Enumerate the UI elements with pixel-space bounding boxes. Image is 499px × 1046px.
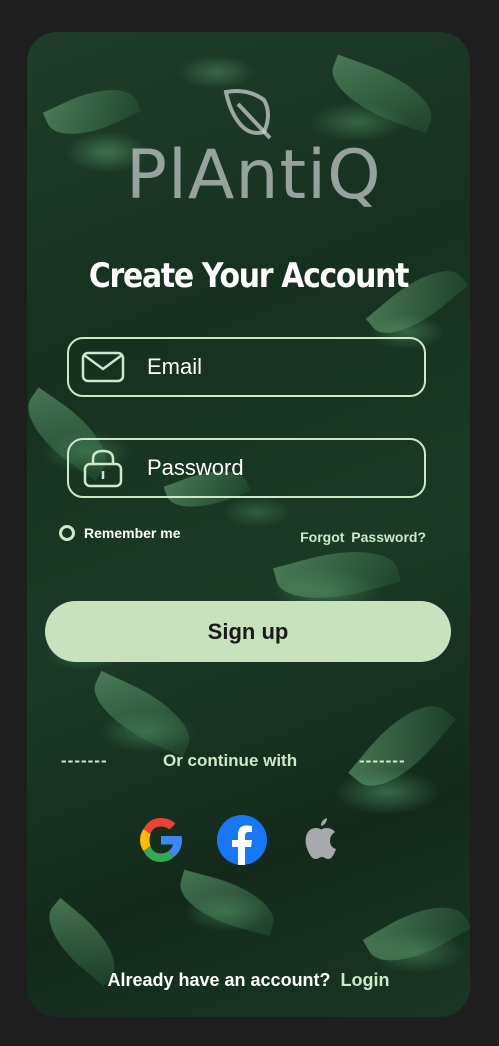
email-input[interactable] [145, 353, 409, 381]
page-title: Create Your Account [88, 256, 409, 296]
google-login-button[interactable] [135, 814, 187, 866]
login-link[interactable]: Login [341, 970, 390, 990]
leaf-decoration [173, 869, 281, 937]
google-icon [140, 818, 182, 862]
divider-text: Or continue with [163, 751, 298, 770]
signup-button[interactable]: Sign up [45, 601, 451, 662]
facebook-login-button[interactable] [216, 814, 268, 866]
remember-me-toggle[interactable]: Remember me [59, 525, 181, 541]
leaf-decoration [82, 670, 202, 758]
leaf-decoration [362, 889, 470, 979]
envelope-icon [81, 350, 125, 384]
lock-icon [81, 449, 125, 488]
password-input[interactable] [145, 454, 409, 482]
brand-logo: PlAntiQ [126, 136, 382, 215]
signup-screen: PlAntiQ Create Your Account Remember me … [27, 32, 470, 1017]
leaf-decoration [322, 54, 442, 134]
password-field[interactable] [67, 438, 426, 498]
facebook-icon [217, 815, 267, 865]
apple-icon [305, 818, 336, 859]
remember-radio[interactable] [59, 525, 75, 541]
apple-login-button[interactable] [295, 814, 347, 866]
leaf-decoration [348, 688, 456, 804]
login-prompt: Already have an account? Login [27, 970, 470, 991]
social-divider: ------- Or continue with ------- [27, 751, 470, 775]
divider-dashes-right: ------- [359, 751, 406, 770]
email-field[interactable] [67, 337, 426, 397]
divider-dashes-left: ------- [61, 751, 108, 770]
forgot-password-link[interactable]: Forgot Password? [300, 529, 426, 545]
remember-label: Remember me [84, 525, 181, 541]
login-prompt-text: Already have an account? [107, 970, 331, 990]
leaf-logo-icon [223, 89, 272, 140]
